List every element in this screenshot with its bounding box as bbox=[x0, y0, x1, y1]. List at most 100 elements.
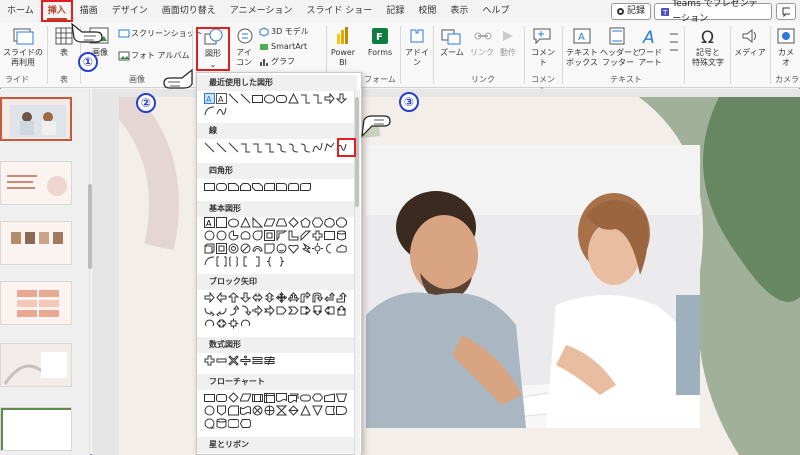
flowchart-merge-shape-icon[interactable] bbox=[312, 405, 323, 416]
left-right-arrow-callout-shape-icon[interactable] bbox=[216, 318, 227, 329]
flowchart-offpage-connector-shape-icon[interactable] bbox=[216, 405, 227, 416]
diamond-shape-icon[interactable] bbox=[288, 217, 299, 228]
chart-button[interactable]: グラフ bbox=[271, 57, 295, 67]
media-button[interactable]: メディア bbox=[734, 48, 766, 58]
tab-insert[interactable]: 挿入 bbox=[40, 0, 73, 22]
round-corner-rectangle-shape-icon[interactable] bbox=[276, 181, 287, 192]
right-arrow-shape-icon[interactable] bbox=[204, 292, 215, 303]
tab-view[interactable]: 表示 bbox=[443, 0, 475, 22]
flowchart-manual-input-shape-icon[interactable] bbox=[324, 392, 335, 403]
diagonal-stripe-shape-icon[interactable] bbox=[300, 230, 311, 241]
right-arrow-shape-icon[interactable] bbox=[324, 93, 335, 104]
shapes-gallery-dropdown[interactable]: 最近使用した図形 A A 線 四角形 基本図形 A ブロック矢印 数式図形 フロ… bbox=[196, 72, 362, 455]
heptagon-shape-icon[interactable] bbox=[324, 217, 335, 228]
bent-arrow-shape-icon[interactable] bbox=[300, 292, 311, 303]
left-right-up-arrow-shape-icon[interactable] bbox=[288, 292, 299, 303]
flowchart-alternate-process-shape-icon[interactable] bbox=[216, 392, 227, 403]
vertical-textbox-shape-icon[interactable] bbox=[216, 217, 227, 228]
divide-shape-icon[interactable] bbox=[240, 355, 251, 366]
up-arrow-shape-icon[interactable] bbox=[228, 292, 239, 303]
flowchart-sequential-access-storage-shape-icon[interactable] bbox=[204, 418, 215, 429]
curve-shape-icon[interactable] bbox=[312, 142, 323, 153]
comment-button[interactable]: コメント bbox=[528, 48, 558, 68]
snip-corner-rectangle-shape-icon[interactable] bbox=[228, 181, 239, 192]
smartart-button[interactable]: SmartArt bbox=[271, 42, 307, 52]
u-turn-arrow-shape-icon[interactable] bbox=[312, 292, 323, 303]
flowchart-data-shape-icon[interactable] bbox=[240, 392, 251, 403]
textbox-shape-icon[interactable]: A bbox=[204, 93, 215, 104]
triangle-shape-icon[interactable] bbox=[288, 93, 299, 104]
teardrop-shape-icon[interactable] bbox=[252, 230, 263, 241]
quad-arrow-callout-shape-icon[interactable] bbox=[228, 318, 239, 329]
dodecagon-shape-icon[interactable] bbox=[216, 230, 227, 241]
flowchart-card-shape-icon[interactable] bbox=[228, 405, 239, 416]
no-symbol-shape-icon[interactable] bbox=[240, 243, 251, 254]
plaque-shape-icon[interactable] bbox=[324, 230, 335, 241]
left-arrow-shape-icon[interactable] bbox=[216, 292, 227, 303]
tab-record[interactable]: 記録 bbox=[379, 0, 411, 22]
line-double-arrow-shape-icon[interactable] bbox=[228, 142, 239, 153]
arc-shape-icon[interactable] bbox=[204, 106, 215, 117]
tab-help[interactable]: ヘルプ bbox=[475, 0, 516, 22]
addins-button[interactable]: アドイ ン bbox=[404, 48, 430, 68]
line-shape-icon[interactable] bbox=[240, 93, 251, 104]
triangle-shape-icon[interactable] bbox=[240, 217, 251, 228]
flowchart-summing-junction-shape-icon[interactable] bbox=[252, 405, 263, 416]
flowchart-manual-operation-shape-icon[interactable] bbox=[336, 392, 347, 403]
vertical-textbox-shape-icon[interactable]: A bbox=[216, 93, 227, 104]
lightning-bolt-shape-icon[interactable] bbox=[300, 243, 311, 254]
pentagon-shape-icon[interactable] bbox=[300, 217, 311, 228]
left-arrow-callout-shape-icon[interactable] bbox=[324, 305, 335, 316]
frame-shape-icon[interactable] bbox=[264, 230, 275, 241]
tab-home[interactable]: ホーム bbox=[0, 0, 41, 22]
striped-right-arrow-shape-icon[interactable] bbox=[252, 305, 263, 316]
flowchart-sort-shape-icon[interactable] bbox=[288, 405, 299, 416]
rectangle-shape-icon[interactable] bbox=[204, 181, 215, 192]
can-shape-icon[interactable] bbox=[336, 230, 347, 241]
flowchart-process-shape-icon[interactable] bbox=[204, 392, 215, 403]
record-button[interactable]: 記録 bbox=[611, 3, 651, 20]
right-brace-shape-icon[interactable] bbox=[276, 256, 287, 267]
slide-thumbnail-3[interactable] bbox=[0, 221, 72, 265]
down-arrow-shape-icon[interactable] bbox=[240, 292, 251, 303]
double-brace-shape-icon[interactable] bbox=[228, 256, 239, 267]
chevron-arrow-shape-icon[interactable] bbox=[288, 305, 299, 316]
line-shape-icon[interactable] bbox=[204, 142, 215, 153]
double-bracket-shape-icon[interactable] bbox=[216, 256, 227, 267]
block-arc-shape-icon[interactable] bbox=[252, 243, 263, 254]
round-snip-rectangle-shape-icon[interactable] bbox=[264, 181, 275, 192]
3d-models-button[interactable]: 3D モデル bbox=[271, 27, 309, 37]
sun-shape-icon[interactable] bbox=[312, 243, 323, 254]
equal-shape-icon[interactable] bbox=[252, 355, 263, 366]
curved-connector-shape-icon[interactable] bbox=[276, 142, 287, 153]
decagon-shape-icon[interactable] bbox=[204, 230, 215, 241]
multiply-shape-icon[interactable] bbox=[228, 355, 239, 366]
round-diagonal-rectangle-shape-icon[interactable] bbox=[300, 181, 311, 192]
left-bracket-shape-icon[interactable] bbox=[240, 256, 251, 267]
flowchart-magnetic-disk-shape-icon[interactable] bbox=[216, 418, 227, 429]
photo-album-button[interactable]: フォト アルバム bbox=[131, 51, 189, 61]
circular-arrow-2-shape-icon[interactable] bbox=[240, 318, 251, 329]
flowchart-collate-shape-icon[interactable] bbox=[276, 405, 287, 416]
oval-shape-icon[interactable] bbox=[228, 217, 239, 228]
slide-thumbnail-1[interactable] bbox=[0, 97, 72, 141]
elbow-arrow-connector-shape-icon[interactable] bbox=[252, 142, 263, 153]
powerbi-button[interactable]: Power BI bbox=[328, 48, 358, 68]
tab-design[interactable]: デザイン bbox=[105, 0, 155, 22]
right-triangle-shape-icon[interactable] bbox=[252, 217, 263, 228]
right-bracket-shape-icon[interactable] bbox=[252, 256, 263, 267]
present-in-teams-button[interactable]: T Teams でプレゼンテーション bbox=[654, 0, 772, 24]
chord-shape-icon[interactable] bbox=[240, 230, 251, 241]
elbow-connector-shape-icon[interactable] bbox=[300, 93, 311, 104]
cube-shape-icon[interactable] bbox=[204, 243, 215, 254]
pentagon-arrow-shape-icon[interactable] bbox=[276, 305, 287, 316]
flowchart-stored-data-shape-icon[interactable] bbox=[324, 405, 335, 416]
smiley-face-shape-icon[interactable] bbox=[276, 243, 287, 254]
snip-diagonal-rectangle-shape-icon[interactable] bbox=[252, 181, 263, 192]
slide-thumbnail-2[interactable] bbox=[0, 161, 72, 205]
slide-thumbnail-5[interactable] bbox=[0, 343, 72, 387]
moon-shape-icon[interactable] bbox=[324, 243, 335, 254]
curved-up-arrow-shape-icon[interactable] bbox=[228, 305, 239, 316]
symbols-button[interactable]: 記号と 特殊文字 bbox=[690, 48, 726, 68]
left-brace-shape-icon[interactable] bbox=[264, 256, 275, 267]
